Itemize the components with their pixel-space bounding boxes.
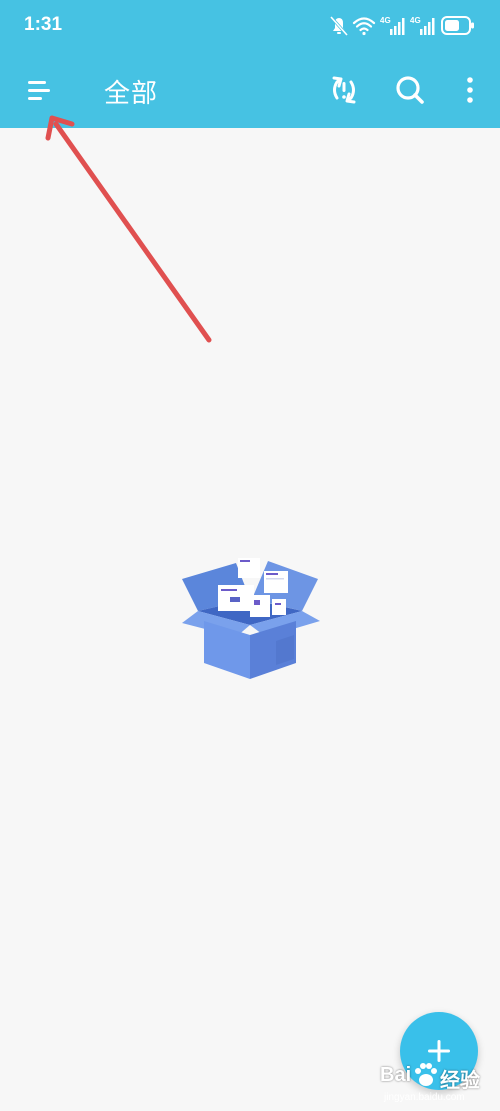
signal-icon: 4G bbox=[380, 16, 405, 35]
page-title: 全部 bbox=[104, 79, 159, 109]
signal-icon: 4G bbox=[410, 16, 435, 35]
watermark: Bai 经验 jingyan.baidu.com bbox=[380, 1060, 496, 1108]
menu-icon bbox=[28, 81, 50, 100]
wifi-icon bbox=[352, 17, 376, 36]
network-label: 4G bbox=[410, 16, 421, 25]
top-bar: 1:31 4G 4G 全部 bbox=[0, 0, 500, 128]
more-vert-icon bbox=[467, 77, 473, 103]
watermark-brand: Bai bbox=[380, 1064, 412, 1086]
search-button[interactable] bbox=[388, 68, 432, 112]
watermark-brand-cn: 经验 bbox=[440, 1068, 480, 1092]
status-time: 1:31 bbox=[24, 14, 63, 35]
sync-button[interactable] bbox=[322, 68, 366, 112]
network-label: 4G bbox=[380, 16, 391, 25]
status-icons: 4G 4G bbox=[330, 16, 474, 36]
sync-icon bbox=[332, 76, 356, 104]
app-bar: 全部 bbox=[0, 52, 500, 128]
empty-box-icon bbox=[182, 558, 320, 679]
watermark-url: jingyan.baidu.com bbox=[384, 1092, 465, 1103]
paw-icon bbox=[415, 1063, 437, 1086]
battery-icon bbox=[441, 16, 474, 35]
menu-button[interactable] bbox=[18, 68, 62, 112]
mute-icon bbox=[330, 16, 349, 36]
status-bar: 1:31 4G 4G bbox=[0, 0, 500, 52]
search-icon bbox=[396, 76, 424, 104]
more-options-button[interactable] bbox=[448, 68, 492, 112]
